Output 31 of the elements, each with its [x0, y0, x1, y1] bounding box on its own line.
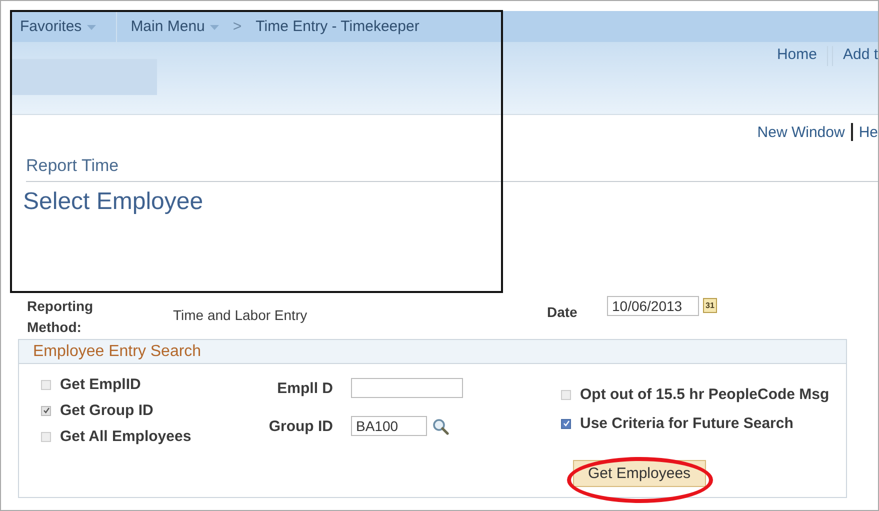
date-field[interactable]: 10/06/2013 [607, 296, 699, 316]
checkbox-label: Opt out of 15.5 hr PeopleCode Msg [580, 386, 830, 403]
header-link[interactable]: Add t [842, 46, 878, 63]
breadcrumb-link[interactable]: Favorites [11, 11, 117, 42]
checkbox-label: Get EmplID [60, 376, 141, 393]
input-field[interactable] [351, 378, 463, 398]
caret-icon [86, 25, 96, 30]
caret-icon [210, 25, 219, 30]
page-link[interactable]: He [858, 124, 878, 140]
breadcrumb-link[interactable]: Main Menu [116, 18, 233, 35]
field-label: Date [547, 304, 578, 320]
field-label: Group ID [268, 418, 334, 434]
page-heading: Select Employee [23, 188, 204, 216]
search-icon[interactable] [432, 418, 449, 434]
checkbox-label: Use Criteria for Future Search [580, 415, 794, 432]
input-field[interactable]: BA100 [351, 416, 427, 436]
header-link[interactable]: Home [776, 46, 817, 63]
field-label: Reporting Method: [27, 297, 94, 337]
panel-header: Employee Entry Search [19, 340, 846, 364]
checkbox-label: Get Group ID [60, 402, 154, 419]
breadcrumb-link[interactable]: Time Entry - Timekeeper [242, 18, 434, 35]
field-label: Empll D [276, 380, 334, 396]
checkbox[interactable] [41, 406, 51, 416]
field-value: Time and Labor Entry [173, 307, 308, 323]
get-employees-button[interactable]: Get Employees [573, 460, 706, 487]
checkbox[interactable] [561, 418, 571, 428]
page-link[interactable]: New Window [757, 124, 845, 140]
calendar-icon[interactable]: 31 [703, 298, 717, 313]
checkbox-label: Get All Employees [60, 428, 192, 445]
page-title: Report Time [26, 156, 878, 182]
breadcrumb-separator: > [232, 18, 242, 35]
